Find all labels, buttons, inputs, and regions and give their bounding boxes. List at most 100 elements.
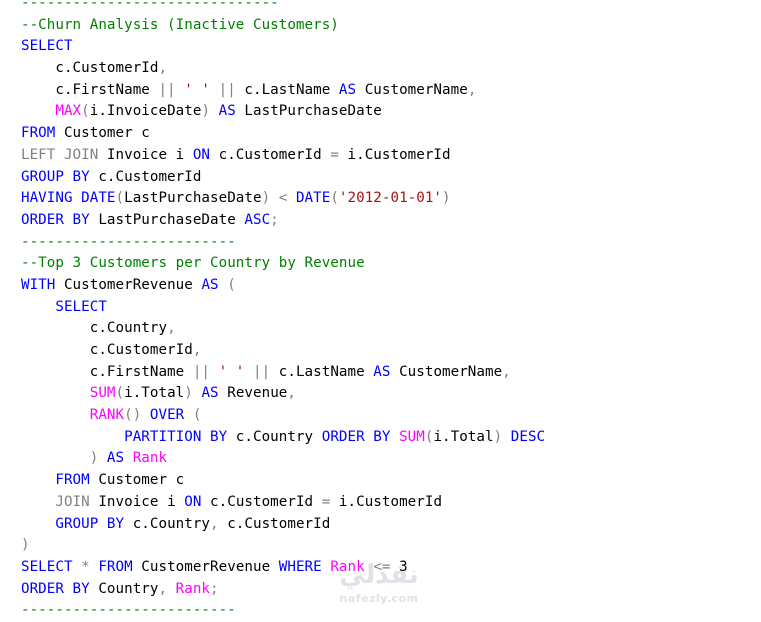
code-token-text: Invoice i bbox=[89, 493, 185, 510]
code-line: SELECT * FROM CustomerRevenue WHERE Rank… bbox=[21, 557, 751, 579]
code-token-function: SUM bbox=[89, 385, 116, 402]
sql-editor[interactable]: ------------------------------ --Churn An… bbox=[21, 0, 751, 622]
code-token-comment: --Churn Analysis (Inactive Customers) bbox=[21, 16, 339, 33]
code-token-operator: || bbox=[218, 81, 236, 98]
code-line: --Churn Analysis (Inactive Customers) bbox=[21, 15, 751, 37]
code-token-operator: || bbox=[253, 363, 271, 380]
code-token-keyword: ORDER BY bbox=[321, 428, 391, 445]
code-token-text: i.Total bbox=[433, 428, 494, 445]
code-token-function: Rank bbox=[330, 558, 365, 575]
code-token-keyword: SELECT bbox=[21, 558, 73, 575]
code-token-comment: ------------------------- bbox=[21, 602, 236, 619]
code-token-keyword: OVER bbox=[149, 407, 185, 424]
code-line: ) bbox=[21, 535, 751, 557]
code-token-text: 3 bbox=[390, 558, 408, 575]
code-token-keyword: AS bbox=[218, 103, 236, 120]
code-token-keyword: AS bbox=[338, 81, 357, 98]
code-token-operator: () bbox=[124, 407, 142, 424]
code-token-operator: ) bbox=[442, 190, 451, 207]
code-line: LEFT JOIN Invoice i ON c.CustomerId = i.… bbox=[21, 145, 751, 167]
code-token-keyword: ORDER BY bbox=[21, 211, 90, 228]
code-token-text: c.LastName bbox=[270, 363, 374, 380]
code-token-operator: ) bbox=[201, 103, 211, 120]
code-line: SUM(i.Total) AS Revenue, bbox=[21, 383, 751, 405]
code-token-text: Revenue bbox=[218, 385, 288, 402]
code-line: c.CustomerId, bbox=[21, 58, 751, 80]
code-line: ) AS Rank bbox=[21, 448, 751, 470]
code-token-text: i.CustomerId bbox=[338, 146, 451, 163]
code-token-text: LastPurchaseDate bbox=[89, 211, 245, 228]
code-token-operator: || bbox=[192, 363, 211, 380]
code-token-function: Rank bbox=[132, 450, 168, 467]
code-line: WITH CustomerRevenue AS ( bbox=[21, 275, 751, 297]
code-token-string: ' ' bbox=[218, 363, 245, 380]
code-token-keyword: ASC bbox=[244, 211, 271, 228]
code-token-keyword: FROM bbox=[21, 125, 56, 142]
code-token-operator: , bbox=[158, 580, 168, 597]
code-token-text: i.Total bbox=[124, 385, 185, 402]
code-token-operator: ) bbox=[21, 537, 30, 554]
code-token-function: RANK bbox=[89, 407, 125, 424]
code-token-comment: --Top 3 Customers per Country by Revenue bbox=[21, 255, 365, 272]
code-token-function: MAX bbox=[55, 103, 82, 120]
code-token-keyword: WHERE bbox=[278, 558, 322, 575]
code-token-keyword: DESC bbox=[510, 428, 546, 445]
code-token-keyword: ON bbox=[184, 493, 202, 510]
code-token-keyword: SELECT bbox=[55, 298, 107, 315]
code-line: FROM Customer c bbox=[21, 123, 751, 145]
code-token-text: c.CustomerId bbox=[210, 146, 331, 163]
code-token-text: c.CustomerId bbox=[21, 60, 159, 77]
code-line: c.FirstName || ' ' || c.LastName AS Cust… bbox=[21, 362, 751, 384]
code-token-operator: , bbox=[287, 385, 296, 402]
code-line: GROUP BY c.CustomerId bbox=[21, 167, 751, 189]
code-line: ------------------------------ bbox=[21, 0, 751, 15]
code-token-keyword: PARTITION BY bbox=[124, 428, 228, 445]
code-line: SELECT bbox=[21, 36, 751, 58]
code-line: MAX(i.InvoiceDate) AS LastPurchaseDate bbox=[21, 101, 751, 123]
code-token-text: c.Country bbox=[124, 515, 211, 532]
code-token-text: i.InvoiceDate bbox=[89, 103, 202, 120]
code-token-text: LastPurchaseDate bbox=[235, 103, 382, 120]
code-token-text: CustomerRevenue bbox=[55, 276, 202, 293]
code-token-operator: ; bbox=[210, 580, 219, 597]
code-line: FROM Customer c bbox=[21, 470, 751, 492]
code-line: PARTITION BY c.Country ORDER BY SUM(i.To… bbox=[21, 427, 751, 449]
code-token-operator: ( bbox=[81, 103, 90, 120]
code-token-keyword: HAVING DATE bbox=[21, 190, 116, 207]
code-token-operator: ( bbox=[192, 407, 202, 424]
code-token-text: c.Country bbox=[21, 320, 168, 337]
code-line: JOIN Invoice i ON c.CustomerId = i.Custo… bbox=[21, 492, 751, 514]
code-token-operator: * bbox=[81, 558, 90, 575]
code-token-operator: ) bbox=[184, 385, 193, 402]
code-token-operator: ; bbox=[270, 211, 279, 228]
code-token-operator: ) bbox=[261, 190, 271, 207]
code-line: ORDER BY LastPurchaseDate ASC; bbox=[21, 210, 751, 232]
code-token-operator: <= bbox=[373, 558, 391, 575]
code-token-text: c.LastName bbox=[235, 81, 339, 98]
code-token-operator: , bbox=[158, 60, 168, 77]
code-token-text: c.FirstName bbox=[21, 81, 159, 98]
code-line: c.FirstName || ' ' || c.LastName AS Cust… bbox=[21, 80, 751, 102]
code-token-operator: ( bbox=[115, 385, 125, 402]
code-token-keyword: AS bbox=[201, 276, 219, 293]
code-line: GROUP BY c.Country, c.CustomerId bbox=[21, 514, 751, 536]
